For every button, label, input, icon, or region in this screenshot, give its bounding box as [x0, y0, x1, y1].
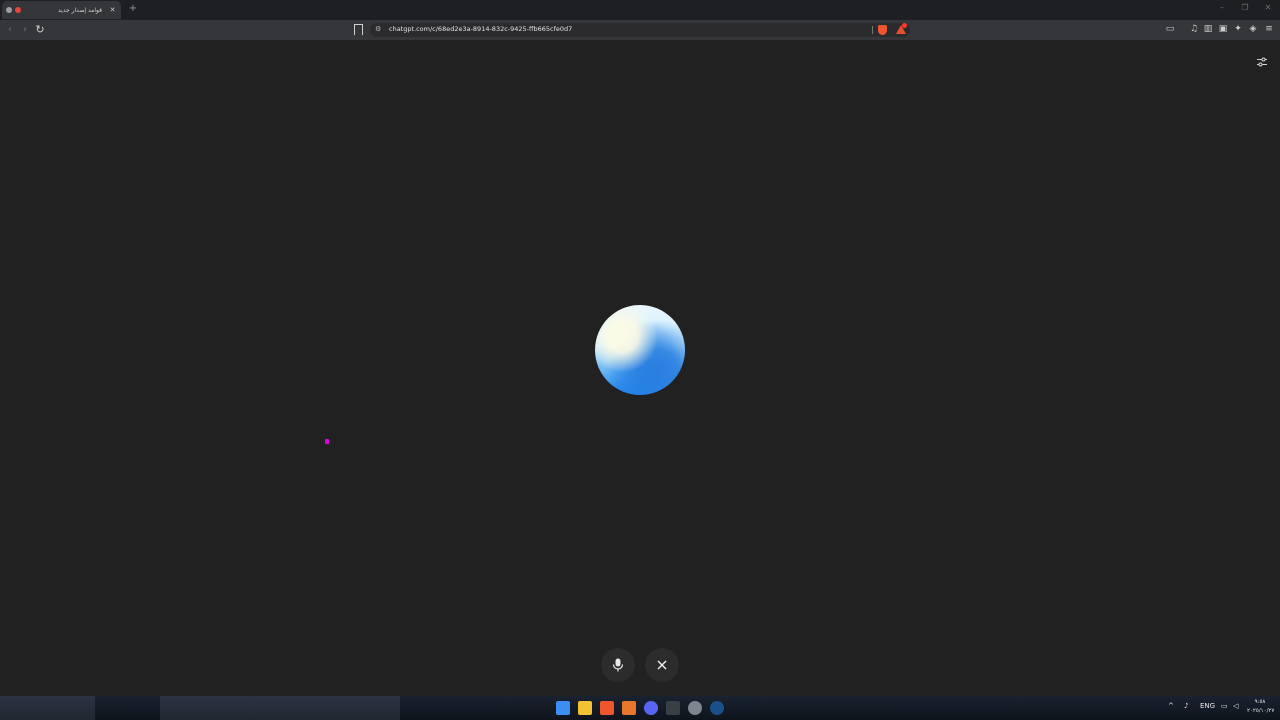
xbox-icon[interactable] [666, 701, 680, 715]
reload-button[interactable]: ↻ [34, 23, 46, 37]
end-voice-button[interactable] [645, 648, 679, 682]
menu-icon[interactable]: ≡ [1264, 24, 1274, 35]
vpn-icon[interactable]: ◈ [1248, 24, 1258, 35]
close-icon [657, 660, 667, 670]
media-icon[interactable]: ♫ [1189, 24, 1199, 35]
sidebar-icon[interactable]: ▥ [1203, 24, 1213, 35]
voice-orb [595, 305, 685, 395]
voice-settings-icon[interactable] [1256, 56, 1268, 68]
wallet-icon[interactable]: ▣ [1218, 24, 1228, 35]
site-info-icon[interactable]: ⚙ [375, 25, 381, 33]
wallpaper-detail [160, 696, 400, 720]
leo-icon[interactable]: ✦ [1233, 24, 1243, 35]
window-close-button[interactable]: ✕ [1262, 3, 1274, 12]
network-icon[interactable]: ▭ [1221, 702, 1228, 710]
tab-favicon-icon [15, 7, 21, 13]
bookmark-icon[interactable] [354, 24, 363, 35]
tray-chevron-icon[interactable]: ^ [1168, 702, 1174, 710]
address-bar[interactable]: ⚙ chatgpt.com/c/68ed2e3a-8914-832c-9425-… [370, 23, 910, 37]
brave-icon[interactable] [600, 701, 614, 715]
restore-button[interactable]: ❐ [1239, 3, 1251, 12]
browser-tab-strip: قوامد إصدار جديد ✕ + – ❐ ✕ [0, 0, 1280, 20]
tab-audio-icon [6, 7, 12, 13]
app-icon[interactable] [622, 701, 636, 715]
clock-time: ٩:٥٨ [1254, 699, 1266, 705]
browser-tab[interactable]: قوامد إصدار جديد ✕ [2, 1, 121, 19]
rewards-badge [902, 23, 907, 28]
minimize-button[interactable]: – [1216, 3, 1228, 12]
tab-title: قوامد إصدار جديد [58, 6, 102, 14]
screen: قوامد إصدار جديد ✕ + – ❐ ✕ ‹ › ↻ ⚙ chatg… [0, 0, 1280, 720]
mouse-cursor [325, 439, 329, 444]
file-explorer-icon[interactable] [578, 701, 592, 715]
clock-date: ٢٠٢٥/١٠/٢٧ [1247, 708, 1275, 714]
wallpaper-detail [0, 696, 95, 720]
volume-icon[interactable]: ◁ [1233, 702, 1238, 710]
microphone-icon [612, 658, 624, 672]
url-text: chatgpt.com/c/68ed2e3a-8914-832c-9425-ff… [389, 25, 573, 33]
chrome-icon[interactable] [688, 701, 702, 715]
windows-taskbar: ^ ♪ ENG ▭ ◁ ٩:٥٨ ٢٠٢٥/١٠/٢٧ [0, 696, 1280, 720]
windows-start-icon[interactable] [556, 701, 570, 715]
steam-icon[interactable] [710, 701, 724, 715]
back-button[interactable]: ‹ [4, 23, 16, 37]
new-tab-button[interactable]: + [128, 3, 138, 14]
mute-microphone-button[interactable] [601, 648, 635, 682]
tray-language[interactable]: ENG [1200, 702, 1215, 710]
tab-close-button[interactable]: ✕ [108, 6, 117, 14]
discord-icon[interactable] [644, 701, 658, 715]
system-clock[interactable]: ٩:٥٨ ٢٠٢٥/١٠/٢٧ [1247, 698, 1275, 716]
reader-mode-icon[interactable]: ▭ [1165, 24, 1175, 35]
tray-mic-icon[interactable]: ♪ [1184, 702, 1188, 710]
forward-button[interactable]: › [19, 23, 31, 37]
brave-shields-icon[interactable] [878, 25, 887, 35]
address-divider [872, 26, 873, 34]
